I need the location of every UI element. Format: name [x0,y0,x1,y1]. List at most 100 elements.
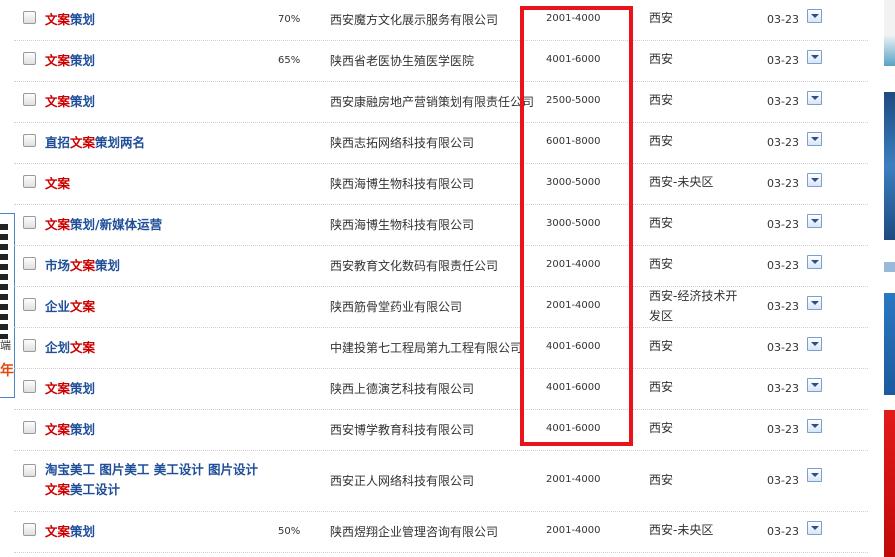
expand-details-dropdown-icon[interactable] [807,419,822,433]
job-row: 文案 陕西海博生物科技有限公司 3000-5000 西安-未央区 03-23 [14,163,868,205]
ad-small-text: 端 [0,339,11,352]
match-percentage: 50% [278,526,301,537]
post-date: 03-23 [767,136,799,149]
title-text: 策划/新媒体运营 [70,217,163,232]
job-location: 西安 [649,421,674,435]
company-name-link[interactable]: 陕西海博生物科技有限公司 [330,175,545,192]
company-name-link[interactable]: 陕西省老医协生殖医学医院 [330,52,545,69]
company-name-link[interactable]: 中建投第七工程局第九工程有限公司 [330,339,545,356]
title-text: 美工设计 [70,482,121,497]
title-text: 直招 [45,135,71,150]
keyword-highlight: 文案 [45,482,71,497]
title-text: 淘宝美工 图片美工 美工设计 图片设计 [45,462,259,477]
row-select-checkbox[interactable] [23,421,36,434]
job-location: 西安 [649,216,674,230]
post-date: 03-23 [767,259,799,272]
row-select-checkbox[interactable] [23,216,36,229]
expand-details-dropdown-icon[interactable] [807,296,822,310]
salary-range: 4001-6000 [546,423,601,434]
title-text: 策划 [95,258,121,273]
keyword-highlight: 文案 [45,381,71,396]
salary-range: 2001-4000 [546,300,601,311]
job-row: 企业文案 陕西筋骨堂药业有限公司 2001-4000 西安-经济技术开发区 03-23 [14,286,868,328]
salary-range: 6001-8000 [546,136,601,147]
job-row: 企划文案 中建投第七工程局第九工程有限公司 4001-6000 西安 03-23 [14,327,868,369]
keyword-highlight: 文案 [45,176,71,191]
job-title-link[interactable]: 文案策划 [45,522,95,542]
title-text: 策划 [70,381,96,396]
expand-details-dropdown-icon[interactable] [807,132,822,146]
job-title-link[interactable]: 文案策划 [45,92,95,112]
job-title-link[interactable]: 企业文案 [45,297,95,317]
job-title-link[interactable]: 文案策划 [45,51,95,71]
expand-details-dropdown-icon[interactable] [807,378,822,392]
expand-details-dropdown-icon[interactable] [807,9,822,23]
post-date: 03-23 [767,95,799,108]
title-text: 策划 [70,422,96,437]
right-side-banner-strip[interactable] [884,0,895,557]
company-name-link[interactable]: 陕西筋骨堂药业有限公司 [330,298,545,315]
title-text: 企业 [45,299,71,314]
company-name-link[interactable]: 陕西海博生物科技有限公司 [330,216,545,233]
job-title-link[interactable]: 文案策划/新媒体运营 [45,215,162,235]
expand-details-dropdown-icon[interactable] [807,173,822,187]
left-side-advertisement[interactable]: 端 年 [0,213,15,398]
job-row: 市场文案策划 西安教育文化数码有限责任公司 2001-4000 西安 03-23 [14,245,868,287]
salary-range: 4001-6000 [546,341,601,352]
job-location: 西安 [649,52,674,66]
row-select-checkbox[interactable] [23,298,36,311]
expand-details-dropdown-icon[interactable] [807,50,822,64]
row-select-checkbox[interactable] [23,464,36,477]
job-location: 西安-经济技术开发区 [649,289,738,323]
job-title-link[interactable]: 文案策划 [45,379,95,399]
job-title-link[interactable]: 文案 [45,174,70,194]
keyword-highlight: 文案 [45,12,71,27]
title-text: 企划 [45,340,71,355]
job-title-link[interactable]: 淘宝美工 图片美工 美工设计 图片设计 文案美工设计 [45,460,258,500]
expand-details-dropdown-icon[interactable] [807,214,822,228]
title-text: 策划 [70,524,96,539]
company-name-link[interactable]: 西安康融房地产营销策划有限责任公司 [330,93,545,110]
expand-details-dropdown-icon[interactable] [807,91,822,105]
row-select-checkbox[interactable] [23,257,36,270]
job-location: 西安-未央区 [649,523,714,537]
row-select-checkbox[interactable] [23,134,36,147]
company-name-link[interactable]: 西安正人网络科技有限公司 [330,472,545,489]
job-title-link[interactable]: 市场文案策划 [45,256,120,276]
job-title-link[interactable]: 文案策划 [45,10,95,30]
post-date: 03-23 [767,341,799,354]
title-text: 市场 [45,258,71,273]
expand-details-dropdown-icon[interactable] [807,468,822,482]
keyword-highlight: 文案 [45,94,71,109]
job-location: 西安 [649,11,674,25]
salary-range: 3000-5000 [546,177,601,188]
banner-block-light [884,262,895,272]
banner-block-blue-2 [884,293,895,395]
expand-details-dropdown-icon[interactable] [807,521,822,535]
row-select-checkbox[interactable] [23,523,36,536]
post-date: 03-23 [767,423,799,436]
expand-details-dropdown-icon[interactable] [807,337,822,351]
company-name-link[interactable]: 陕西志拓网络科技有限公司 [330,134,545,151]
row-select-checkbox[interactable] [23,380,36,393]
row-select-checkbox[interactable] [23,52,36,65]
job-location: 西安 [649,380,674,394]
company-name-link[interactable]: 西安魔方文化展示服务有限公司 [330,11,545,28]
job-title-link[interactable]: 企划文案 [45,338,95,358]
row-select-checkbox[interactable] [23,93,36,106]
job-title-link[interactable]: 直招文案策划两名 [45,133,145,153]
row-select-checkbox[interactable] [23,11,36,24]
expand-details-dropdown-icon[interactable] [807,255,822,269]
company-name-link[interactable]: 西安博学教育科技有限公司 [330,421,545,438]
keyword-highlight: 文案 [45,53,71,68]
job-row: 文案策划 西安康融房地产营销策划有限责任公司 2500-5000 西安 03-23 [14,81,868,123]
row-select-checkbox[interactable] [23,339,36,352]
row-select-checkbox[interactable] [23,175,36,188]
company-name-link[interactable]: 陕西上德演艺科技有限公司 [330,380,545,397]
company-name-link[interactable]: 西安教育文化数码有限责任公司 [330,257,545,274]
job-title-link[interactable]: 文案策划 [45,420,95,440]
job-location: 西安 [649,134,674,148]
salary-range: 2001-4000 [546,13,601,24]
match-percentage: 65% [278,55,301,66]
company-name-link[interactable]: 陕西煜翔企业管理咨询有限公司 [330,523,545,540]
